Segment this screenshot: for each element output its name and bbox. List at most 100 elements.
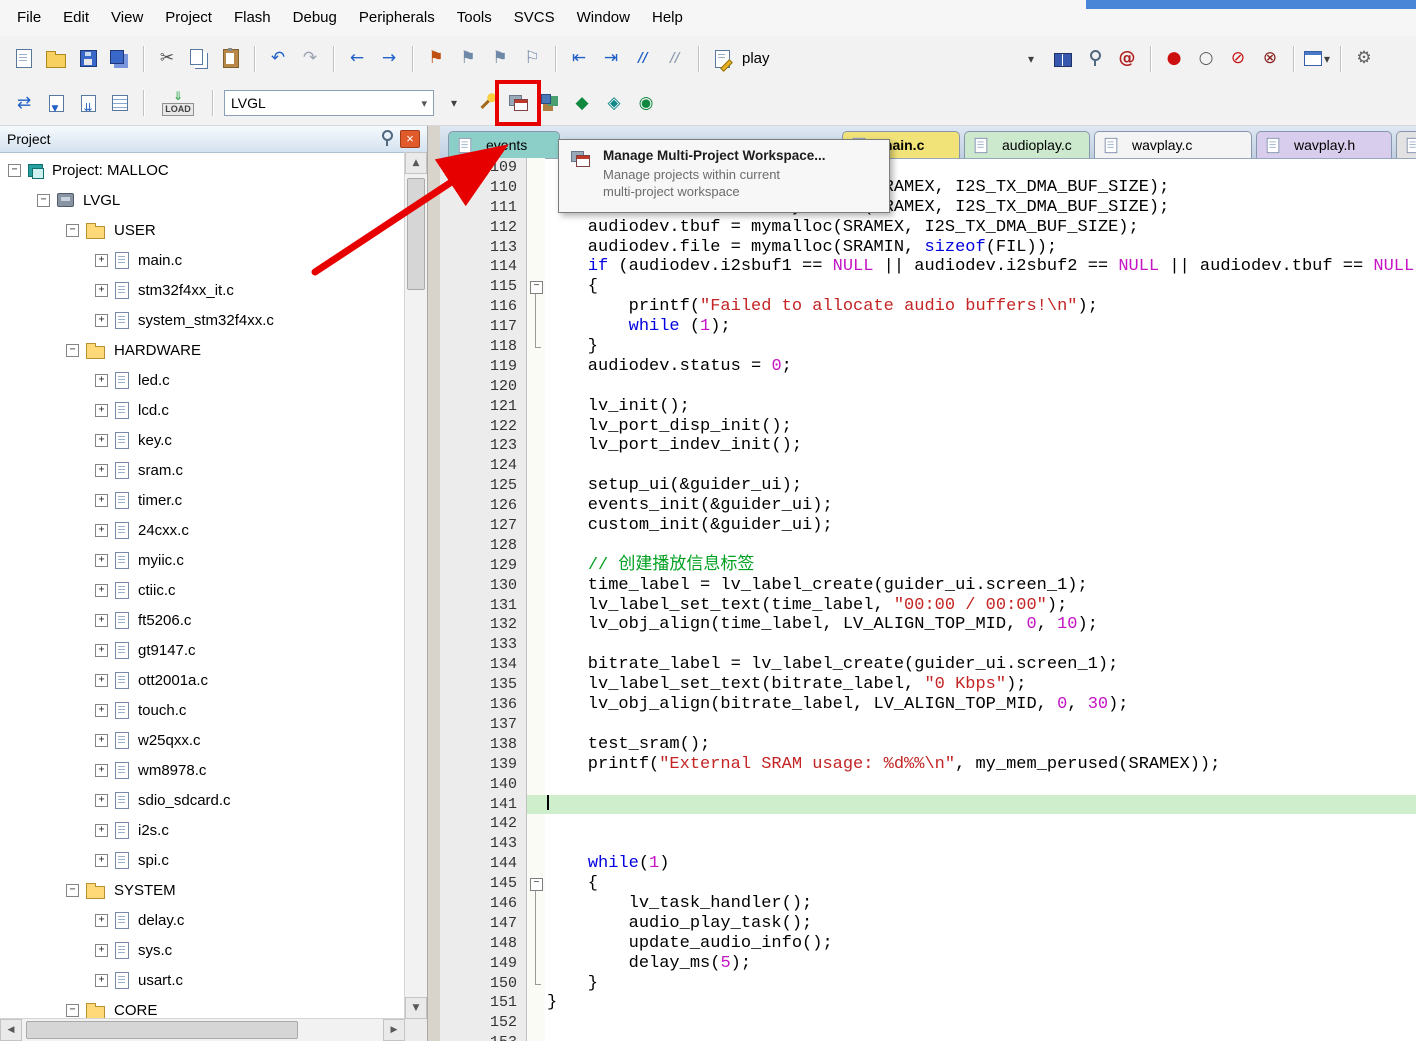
code-line-123[interactable]: 123 lv_port_indev_init(); xyxy=(440,436,1416,456)
expand-icon[interactable]: + xyxy=(95,554,108,567)
menu-project[interactable]: Project xyxy=(154,0,223,36)
comment-button[interactable]: // xyxy=(629,45,657,73)
tree-item-i2s-c[interactable]: +i2s.c xyxy=(0,815,405,845)
tab-events[interactable]: events xyxy=(448,131,560,158)
collapse-icon[interactable]: − xyxy=(66,884,79,897)
tree-item-hardware[interactable]: −HARDWARE xyxy=(0,335,405,365)
expand-icon[interactable]: + xyxy=(95,764,108,777)
menu-window[interactable]: Window xyxy=(566,0,641,36)
breakpoint-disable-all-button[interactable]: ⊘ xyxy=(1224,45,1252,73)
tree-item-project-malloc[interactable]: −Project: MALLOC xyxy=(0,155,405,185)
code-editor[interactable]: 109110 audiodev.i2sbuf1 = mymalloc(SRAME… xyxy=(440,158,1416,1041)
code-line-132[interactable]: 132 lv_obj_align(time_label, LV_ALIGN_TO… xyxy=(440,615,1416,635)
navigate-back-button[interactable]: ← xyxy=(343,45,371,73)
expand-icon[interactable]: + xyxy=(95,794,108,807)
tab-wavplay-h[interactable]: wavplay.h xyxy=(1256,131,1392,158)
scrollbar-thumb[interactable] xyxy=(407,178,425,290)
code-line-139[interactable]: 139 printf("External SRAM usage: %d%%\n"… xyxy=(440,755,1416,775)
tree-item-ft5206-c[interactable]: +ft5206.c xyxy=(0,605,405,635)
tree-item-w25qxx-c[interactable]: +w25qxx.c xyxy=(0,725,405,755)
expand-icon[interactable]: + xyxy=(95,854,108,867)
code-line-115[interactable]: 115− { xyxy=(440,277,1416,297)
code-line-142[interactable]: 142 xyxy=(440,814,1416,834)
help-books-button[interactable] xyxy=(1049,45,1077,73)
code-line-148[interactable]: 148 update_audio_info(); xyxy=(440,934,1416,954)
save-button[interactable] xyxy=(74,45,102,73)
code-line-143[interactable]: 143 xyxy=(440,834,1416,854)
menu-peripherals[interactable]: Peripherals xyxy=(348,0,446,36)
collapse-icon[interactable]: − xyxy=(8,164,21,177)
tree-item-core[interactable]: −CORE xyxy=(0,995,405,1019)
tree-item-led-c[interactable]: +led.c xyxy=(0,365,405,395)
code-line-119[interactable]: 119 audiodev.status = 0; xyxy=(440,357,1416,377)
select-packs-button[interactable]: ◈ xyxy=(600,89,628,117)
fold-column[interactable]: − xyxy=(527,277,545,297)
code-line-128[interactable]: 128 xyxy=(440,536,1416,556)
code-line-151[interactable]: 151} xyxy=(440,993,1416,1013)
tree-item-usart-c[interactable]: +usart.c xyxy=(0,965,405,995)
tree-item-24cxx-c[interactable]: +24cxx.c xyxy=(0,515,405,545)
fold-collapse-icon[interactable]: − xyxy=(530,281,543,294)
tree-item-system[interactable]: −SYSTEM xyxy=(0,875,405,905)
bookmark-next-button[interactable]: ⚑ xyxy=(486,45,514,73)
unindent-button[interactable]: ⇤ xyxy=(565,45,593,73)
redo-button[interactable]: ↷ xyxy=(296,45,324,73)
code-line-137[interactable]: 137 xyxy=(440,715,1416,735)
bookmark-clear-button[interactable]: ⚐ xyxy=(518,45,546,73)
code-line-138[interactable]: 138 test_sram(); xyxy=(440,735,1416,755)
tree-item-spi-c[interactable]: +spi.c xyxy=(0,845,405,875)
expand-icon[interactable]: + xyxy=(95,644,108,657)
rebuild-button[interactable] xyxy=(74,89,102,117)
translate-file-button[interactable]: ⇄ xyxy=(10,89,38,117)
tree-item-lvgl[interactable]: −LVGL xyxy=(0,185,405,215)
code-line-117[interactable]: 117 while (1); xyxy=(440,317,1416,337)
code-line-114[interactable]: 114 if (audiodev.i2sbuf1 == NULL || audi… xyxy=(440,257,1416,277)
code-line-130[interactable]: 130 time_label = lv_label_create(guider_… xyxy=(440,576,1416,596)
code-line-150[interactable]: 150 } xyxy=(440,974,1416,994)
project-horizontal-scrollbar[interactable] xyxy=(0,1018,405,1041)
tree-item-ott2001a-c[interactable]: +ott2001a.c xyxy=(0,665,405,695)
code-line-112[interactable]: 112 audiodev.tbuf = mymalloc(SRAMEX, I2S… xyxy=(440,218,1416,238)
code-line-134[interactable]: 134 bitrate_label = lv_label_create(guid… xyxy=(440,655,1416,675)
tree-item-delay-c[interactable]: +delay.c xyxy=(0,905,405,935)
tree-item-system-stm32f4xx-c[interactable]: +system_stm32f4xx.c xyxy=(0,305,405,335)
open-file-button[interactable] xyxy=(42,45,70,73)
breakpoint-insert-button[interactable]: ● xyxy=(1160,45,1188,73)
pack-installer-button[interactable]: ◉ xyxy=(632,89,660,117)
breakpoint-enable-button[interactable]: ○ xyxy=(1192,45,1220,73)
menu-svcs[interactable]: SVCS xyxy=(503,0,566,36)
download-code-button[interactable]: ⇓LOAD xyxy=(153,87,203,119)
code-line-135[interactable]: 135 lv_label_set_text(bitrate_label, "0 … xyxy=(440,675,1416,695)
tree-item-sys-c[interactable]: +sys.c xyxy=(0,935,405,965)
code-line-122[interactable]: 122 lv_port_disp_init(); xyxy=(440,417,1416,437)
expand-icon[interactable]: + xyxy=(95,584,108,597)
target-dropdown-button[interactable]: ▾ xyxy=(440,89,468,117)
panel-splitter[interactable] xyxy=(428,126,440,1041)
code-line-120[interactable]: 120 xyxy=(440,377,1416,397)
expand-icon[interactable]: + xyxy=(95,974,108,987)
code-line-144[interactable]: 144 while(1) xyxy=(440,854,1416,874)
window-layout-button[interactable]: ▾ xyxy=(1303,45,1331,73)
tree-item-main-c[interactable]: +main.c xyxy=(0,245,405,275)
fold-column[interactable]: − xyxy=(527,874,545,894)
menu-help[interactable]: Help xyxy=(641,0,694,36)
code-line-121[interactable]: 121 lv_init(); xyxy=(440,397,1416,417)
tab-wavplay-c[interactable]: wavplay.c xyxy=(1094,131,1252,158)
collapse-icon[interactable]: − xyxy=(66,344,79,357)
expand-icon[interactable]: + xyxy=(95,704,108,717)
build-button[interactable] xyxy=(42,89,70,117)
tree-item-lcd-c[interactable]: +lcd.c xyxy=(0,395,405,425)
find-in-files-button[interactable] xyxy=(708,45,736,73)
collapse-icon[interactable]: − xyxy=(37,194,50,207)
menu-file[interactable]: File xyxy=(6,0,52,36)
expand-icon[interactable]: + xyxy=(95,914,108,927)
tab-audioplay-c[interactable]: audioplay.c xyxy=(964,131,1090,158)
cut-button[interactable]: ✂ xyxy=(153,45,181,73)
scrollbar-thumb[interactable] xyxy=(26,1021,298,1039)
scroll-down-icon[interactable] xyxy=(405,997,427,1019)
code-line-133[interactable]: 133 xyxy=(440,635,1416,655)
menu-flash[interactable]: Flash xyxy=(223,0,282,36)
tree-item-sram-c[interactable]: +sram.c xyxy=(0,455,405,485)
expand-icon[interactable]: + xyxy=(95,614,108,627)
expand-icon[interactable]: + xyxy=(95,734,108,747)
